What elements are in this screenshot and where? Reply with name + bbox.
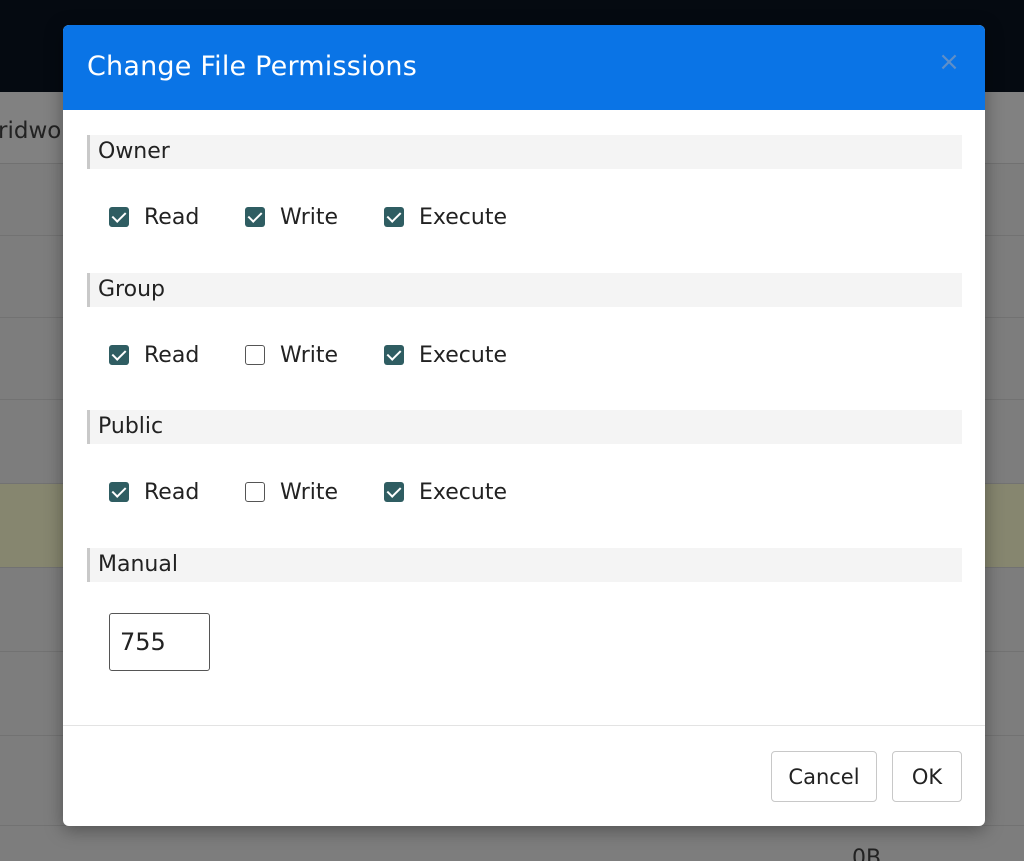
file-size-text: 0B (852, 846, 882, 861)
owner-write-checkbox[interactable]: Write (245, 202, 338, 232)
checkbox-icon[interactable] (245, 482, 265, 502)
dialog-header: Change File Permissions × (63, 25, 985, 110)
public-write-checkbox[interactable]: Write (245, 477, 338, 507)
checkbox-icon[interactable] (109, 482, 129, 502)
close-icon[interactable]: × (935, 47, 963, 77)
checkbox-icon[interactable] (245, 207, 265, 227)
public-write-label: Write (280, 479, 339, 505)
group-execute-label: Execute (419, 342, 507, 368)
group-read-label: Read (144, 342, 200, 368)
permissions-dialog: Change File Permissions × Owner Read Wri… (63, 25, 985, 826)
section-manual-header: Manual (87, 548, 962, 582)
group-write-label: Write (280, 342, 339, 368)
owner-execute-label: Execute (419, 204, 507, 230)
checkbox-icon[interactable] (109, 345, 129, 365)
owner-read-checkbox[interactable]: Read (109, 202, 199, 232)
section-group-header: Group (87, 273, 962, 307)
public-execute-checkbox[interactable]: Execute (384, 477, 507, 507)
group-write-checkbox[interactable]: Write (245, 340, 338, 370)
group-execute-checkbox[interactable]: Execute (384, 340, 507, 370)
section-public-header: Public (87, 410, 962, 444)
owner-read-label: Read (144, 204, 200, 230)
manual-permission-input[interactable] (109, 613, 210, 671)
checkbox-icon[interactable] (109, 207, 129, 227)
owner-execute-checkbox[interactable]: Execute (384, 202, 507, 232)
public-read-label: Read (144, 479, 200, 505)
app-breadcrumb-text: ridwo (0, 118, 62, 144)
dialog-title: Change File Permissions (87, 51, 418, 82)
ok-button[interactable]: OK (892, 751, 962, 802)
checkbox-icon[interactable] (384, 207, 404, 227)
dialog-footer: Cancel OK (63, 725, 985, 826)
owner-write-label: Write (280, 204, 339, 230)
public-read-checkbox[interactable]: Read (109, 477, 199, 507)
checkbox-icon[interactable] (384, 482, 404, 502)
public-execute-label: Execute (419, 479, 507, 505)
cancel-button[interactable]: Cancel (771, 751, 877, 802)
checkbox-icon[interactable] (384, 345, 404, 365)
group-read-checkbox[interactable]: Read (109, 340, 199, 370)
checkbox-icon[interactable] (245, 345, 265, 365)
section-owner-header: Owner (87, 135, 962, 169)
